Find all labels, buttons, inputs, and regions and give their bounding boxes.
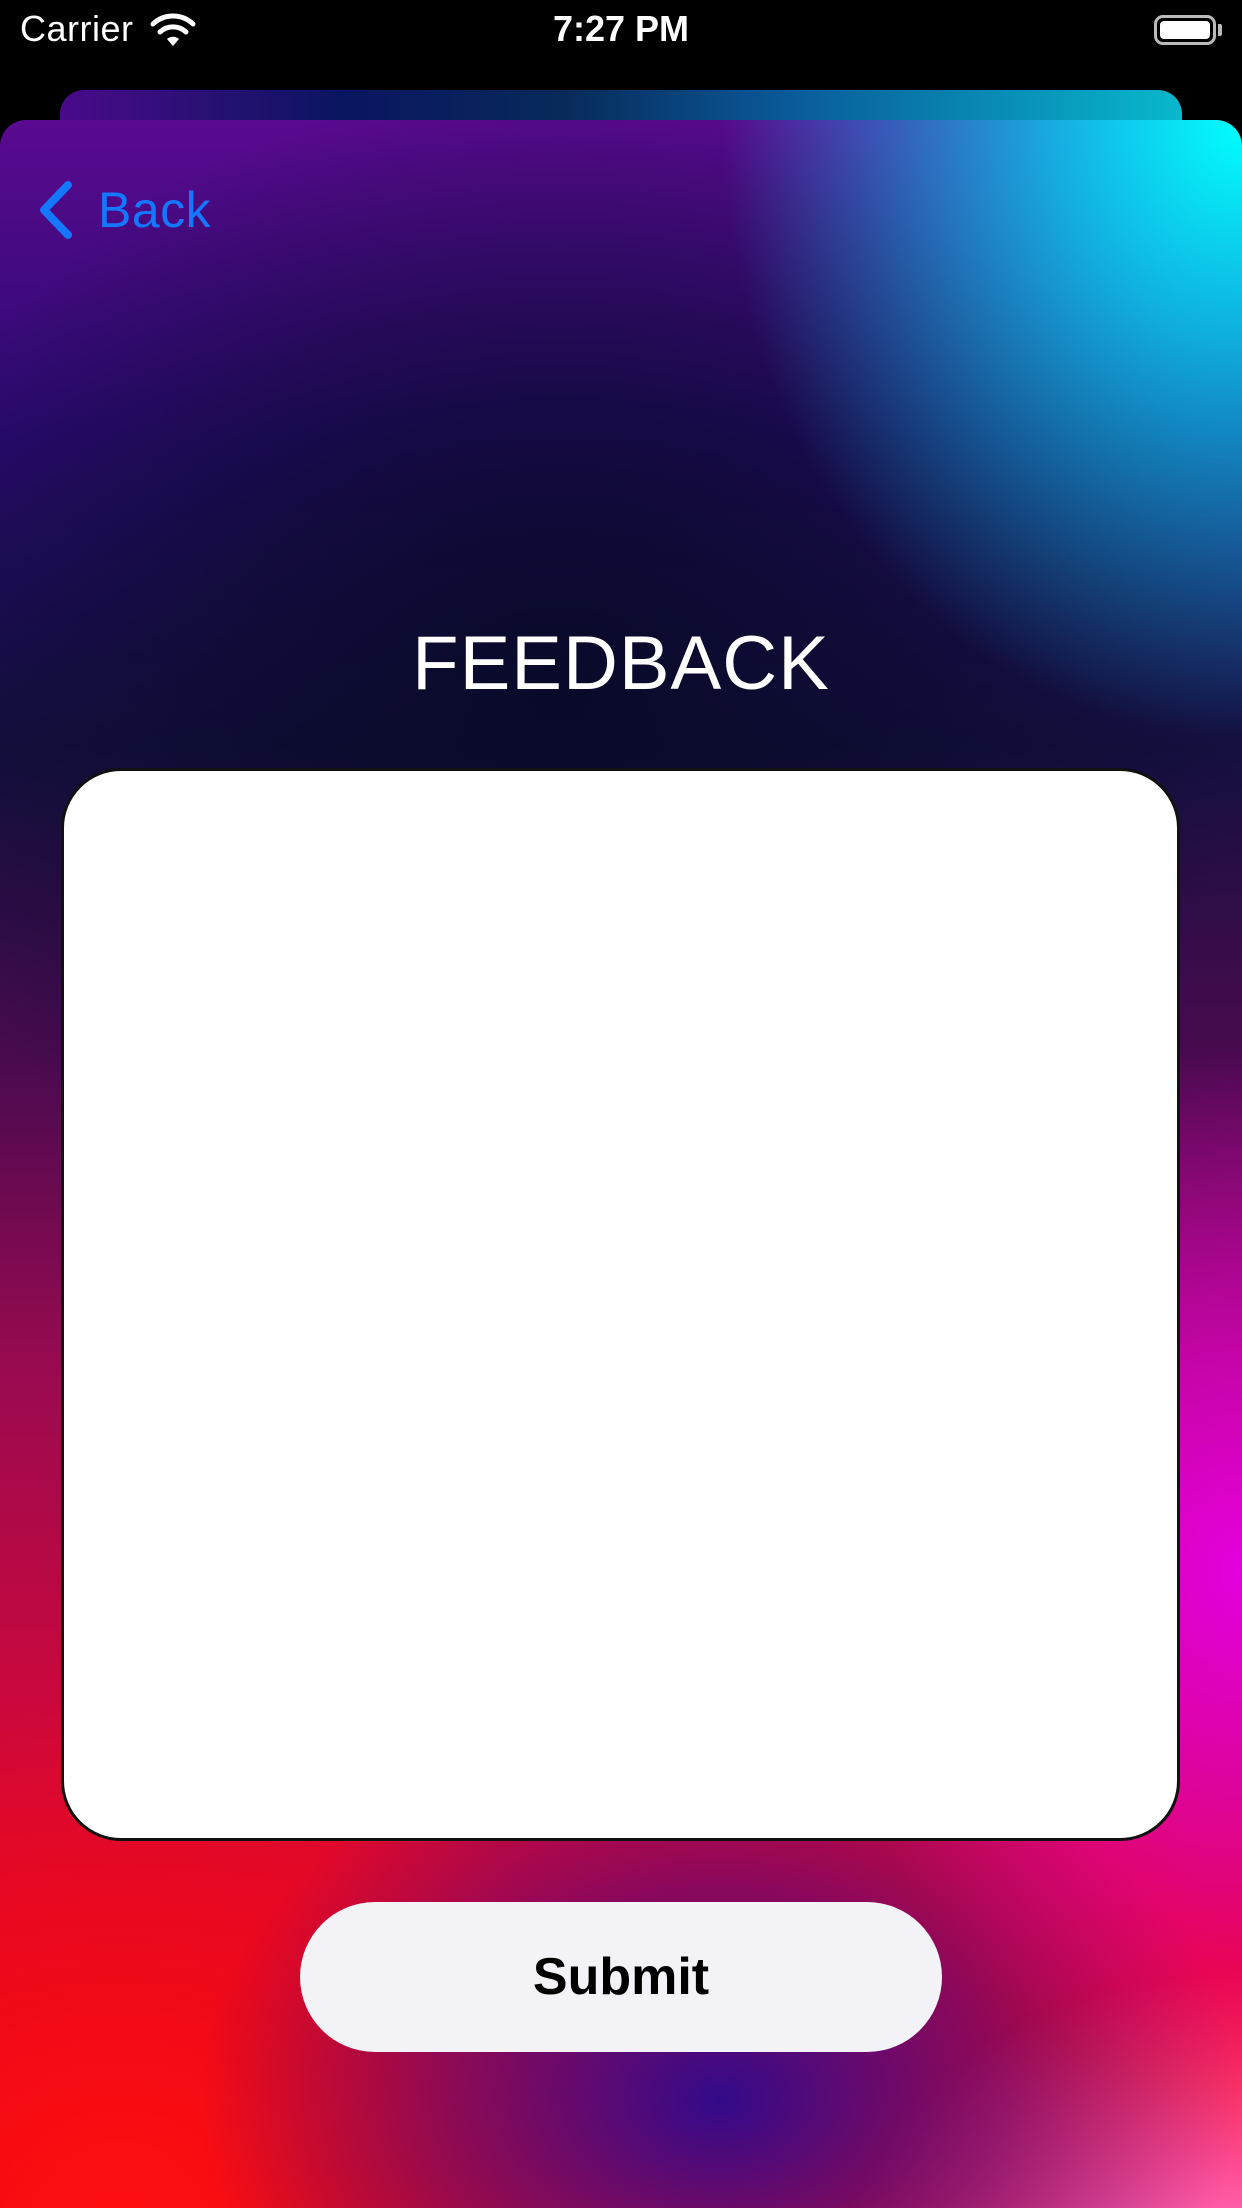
feedback-input[interactable] <box>64 771 1177 1838</box>
chevron-left-icon <box>40 181 72 239</box>
submit-button[interactable]: Submit <box>300 1902 942 2052</box>
battery-icon <box>1154 15 1216 45</box>
status-bar: Carrier 7:27 PM <box>0 0 1242 62</box>
feedback-text-area[interactable] <box>61 768 1180 1841</box>
page-title: FEEDBACK <box>412 621 830 706</box>
battery-cap <box>1218 24 1222 36</box>
status-time: 7:27 PM <box>552 8 690 49</box>
feedback-sheet: Back FEEDBACK Submit <box>0 120 1242 2208</box>
back-label: Back <box>98 182 212 238</box>
back-button[interactable]: Back <box>36 170 211 250</box>
